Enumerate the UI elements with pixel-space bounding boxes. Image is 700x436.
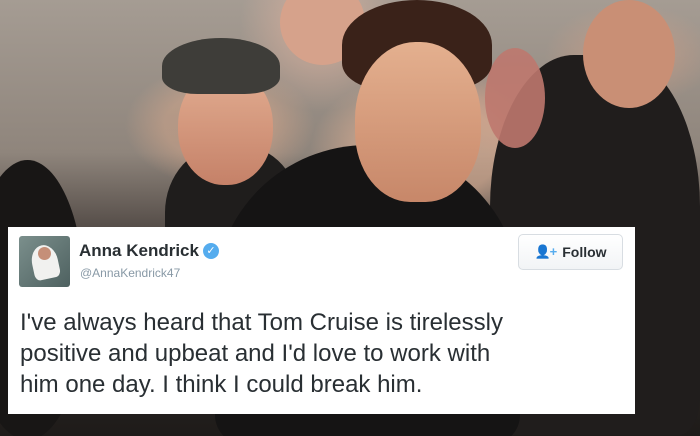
add-user-icon: 👤+ <box>534 244 557 259</box>
tweet-card: Anna Kendrick ✓ @AnnaKendrick47 👤+ Follo… <box>8 227 635 414</box>
avatar-face <box>38 247 51 260</box>
background-face-back <box>485 48 545 148</box>
verified-badge-icon: ✓ <box>202 243 219 259</box>
profile-avatar[interactable] <box>19 236 70 287</box>
background-face-right <box>583 0 675 108</box>
follow-label: Follow <box>562 244 607 260</box>
main-person-face <box>355 42 481 202</box>
photo-background: Anna Kendrick ✓ @AnnaKendrick47 👤+ Follo… <box>0 0 700 436</box>
tweet-text: I've always heard that Tom Cruise is tir… <box>20 309 503 398</box>
flat-cap <box>162 38 280 94</box>
display-name[interactable]: Anna Kendrick <box>79 241 199 261</box>
name-row: Anna Kendrick ✓ <box>79 240 219 262</box>
user-handle[interactable]: @AnnaKendrick47 <box>80 266 180 280</box>
follow-button[interactable]: 👤+ Follow <box>518 234 623 270</box>
